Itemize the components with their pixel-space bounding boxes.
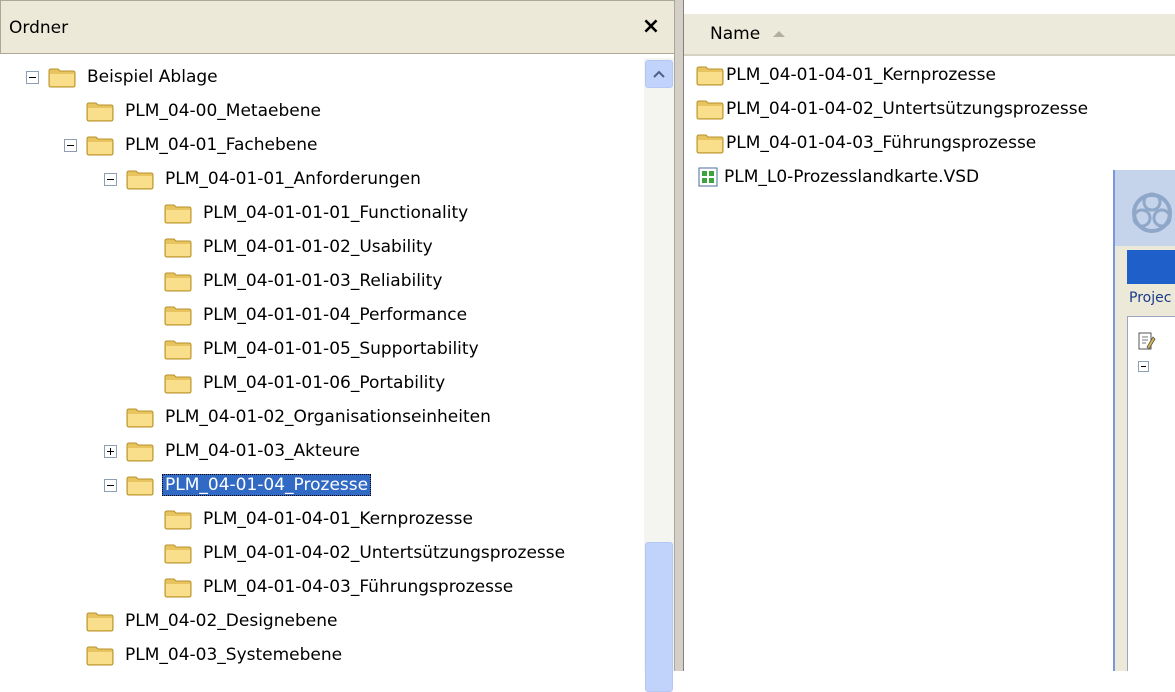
file-list-item[interactable]: PLM_04-01-04-02_Untertsützungsprozesse bbox=[696, 92, 1088, 126]
tree-node[interactable]: PLM_04-01-01-04_Performance bbox=[142, 298, 470, 332]
tree-node-label: PLM_04-01-04-02_Untertsützungsprozesse bbox=[203, 543, 566, 563]
app-toolbar bbox=[1115, 170, 1175, 246]
tree-node-label: PLM_04-01_Fachebene bbox=[125, 135, 318, 155]
tree-node-label: PLM_04-01-04_Prozesse bbox=[162, 474, 372, 496]
folder-icon bbox=[164, 238, 192, 258]
tree-node-label: PLM_04-01-01-01_Functionality bbox=[203, 203, 469, 223]
folder-icon bbox=[86, 136, 114, 156]
tree-node-label: PLM_04-01-02_Organisationseinheiten bbox=[165, 407, 491, 427]
folder-icon bbox=[126, 476, 154, 496]
folder-icon bbox=[86, 612, 114, 632]
tree-node-label: PLM_04-03_Systemebene bbox=[125, 645, 343, 665]
tree-node[interactable]: PLM_04-01-01-05_Supportability bbox=[142, 332, 482, 366]
column-header-name-label: Name bbox=[710, 24, 761, 44]
folder-icon bbox=[696, 100, 724, 120]
tree-node[interactable]: PLM_04-01-01-01_Functionality bbox=[142, 196, 471, 230]
visio-file-icon bbox=[698, 167, 718, 187]
folder-icon bbox=[164, 272, 192, 292]
folder-pane-title: Ordner bbox=[9, 18, 69, 38]
collapse-icon[interactable] bbox=[64, 138, 77, 152]
folder-icon bbox=[164, 204, 192, 224]
folder-icon bbox=[164, 374, 192, 394]
folder-pane: Ordner × Beispiel Ablage PLM_04-00_Metaeb… bbox=[0, 0, 676, 692]
folder-icon bbox=[86, 102, 114, 122]
folder-icon bbox=[86, 646, 114, 666]
folder-icon bbox=[164, 544, 192, 564]
folder-icon bbox=[126, 170, 154, 190]
folder-icon bbox=[164, 510, 192, 530]
scroll-thumb[interactable] bbox=[645, 542, 673, 692]
app-collapse-icon[interactable] bbox=[1138, 361, 1149, 372]
app-tab-projects[interactable]: Projec bbox=[1129, 290, 1171, 306]
tree-node-label: PLM_04-00_Metaebene bbox=[125, 101, 321, 121]
folder-icon bbox=[164, 306, 192, 326]
tree-node-label: PLM_04-01-04-01_Kernprozesse bbox=[203, 509, 473, 529]
tree-node[interactable]: PLM_04-02_Designebene bbox=[64, 604, 340, 638]
scroll-up-button[interactable] bbox=[645, 60, 673, 88]
tree-node[interactable]: PLM_04-01-02_Organisationseinheiten bbox=[104, 400, 494, 434]
folder-icon bbox=[48, 68, 76, 88]
expand-icon[interactable] bbox=[104, 444, 117, 458]
tree-node[interactable]: PLM_04-01-01_Anforderungen bbox=[104, 162, 424, 196]
tree-node-label: PLM_04-01-01_Anforderungen bbox=[165, 169, 421, 189]
tree-node-label: PLM_04-01-01-02_Usability bbox=[203, 237, 433, 257]
tree-node[interactable]: PLM_04-01-01-02_Usability bbox=[142, 230, 436, 264]
tree-node[interactable]: PLM_04-01-04_Prozesse bbox=[104, 468, 372, 502]
collapse-icon[interactable] bbox=[104, 478, 117, 492]
folder-tree: Beispiel Ablage PLM_04-00_Metaebene PLM_04… bbox=[0, 58, 644, 671]
tree-node-label: Beispiel Ablage bbox=[87, 67, 218, 87]
file-list-item-label: PLM_04-01-04-02_Untertsützungsprozesse bbox=[726, 99, 1089, 119]
collapse-icon[interactable] bbox=[26, 70, 39, 84]
tree-node[interactable]: PLM_04-01-04-02_Untertsützungsprozesse bbox=[142, 536, 568, 570]
file-list-item-label: PLM_04-01-04-03_Führungsprozesse bbox=[726, 133, 1037, 153]
edit-document-icon[interactable] bbox=[1136, 331, 1156, 351]
tree-node-label: PLM_04-01-01-05_Supportability bbox=[203, 339, 479, 359]
tree-node[interactable]: Beispiel Ablage bbox=[26, 60, 221, 94]
chevron-up-icon bbox=[653, 70, 665, 78]
tree-node[interactable]: PLM_04-01-03_Akteure bbox=[104, 434, 363, 468]
tree-node[interactable]: PLM_04-01-04-01_Kernprozesse bbox=[142, 502, 476, 536]
tree-node[interactable]: PLM_04-01-01-03_Reliability bbox=[142, 264, 445, 298]
folder-icon bbox=[126, 442, 154, 462]
folder-icon bbox=[164, 578, 192, 598]
file-list-pane: Name PLM_04-01-04-01_Kernprozesse PLM_04-… bbox=[684, 0, 1175, 671]
tree-node[interactable]: PLM_04-03_Systemebene bbox=[64, 638, 345, 672]
folder-icon bbox=[696, 134, 724, 154]
tree-node[interactable]: PLM_04-00_Metaebene bbox=[64, 94, 324, 128]
tree-node-label: PLM_04-01-01-03_Reliability bbox=[203, 271, 443, 291]
column-header-name[interactable]: Name bbox=[684, 14, 1175, 54]
folder-icon bbox=[126, 408, 154, 428]
file-list-item-label: PLM_L0-Prozesslandkarte.VSD bbox=[724, 167, 980, 187]
tree-node[interactable]: PLM_04-01_Fachebene bbox=[64, 128, 321, 162]
tree-node-label: PLM_04-02_Designebene bbox=[125, 611, 338, 631]
tree-node-label: PLM_04-01-01-04_Performance bbox=[203, 305, 468, 325]
folder-tree-scrollbar[interactable] bbox=[644, 58, 674, 692]
list-header: Name bbox=[684, 14, 1175, 56]
folder-pane-header: Ordner × bbox=[0, 0, 674, 54]
tree-node[interactable]: PLM_04-01-04-03_Führungsprozesse bbox=[142, 570, 516, 604]
file-list-item[interactable]: PLM_L0-Prozesslandkarte.VSD bbox=[696, 160, 979, 194]
tree-node-label: PLM_04-01-01-06_Portability bbox=[203, 373, 446, 393]
tree-node[interactable]: PLM_04-01-01-06_Portability bbox=[142, 366, 448, 400]
overlapping-app-window: Projec bbox=[1113, 170, 1175, 671]
pane-splitter[interactable] bbox=[674, 0, 684, 671]
tree-node-label: PLM_04-01-04-03_Führungsprozesse bbox=[203, 577, 514, 597]
close-folder-pane-button[interactable]: × bbox=[637, 13, 665, 41]
app-panel bbox=[1127, 316, 1175, 671]
file-list-item[interactable]: PLM_04-01-04-03_Führungsprozesse bbox=[696, 126, 1036, 160]
app-titlebar bbox=[1127, 250, 1175, 284]
tree-node-label: PLM_04-01-03_Akteure bbox=[165, 441, 361, 461]
collapse-icon[interactable] bbox=[104, 172, 117, 186]
file-list-item-label: PLM_04-01-04-01_Kernprozesse bbox=[726, 65, 996, 85]
folder-icon bbox=[696, 66, 724, 86]
app-logo-icon bbox=[1132, 192, 1172, 233]
sort-ascending-icon bbox=[773, 31, 786, 37]
folder-icon bbox=[164, 340, 192, 360]
file-list-item[interactable]: PLM_04-01-04-01_Kernprozesse bbox=[696, 58, 996, 92]
